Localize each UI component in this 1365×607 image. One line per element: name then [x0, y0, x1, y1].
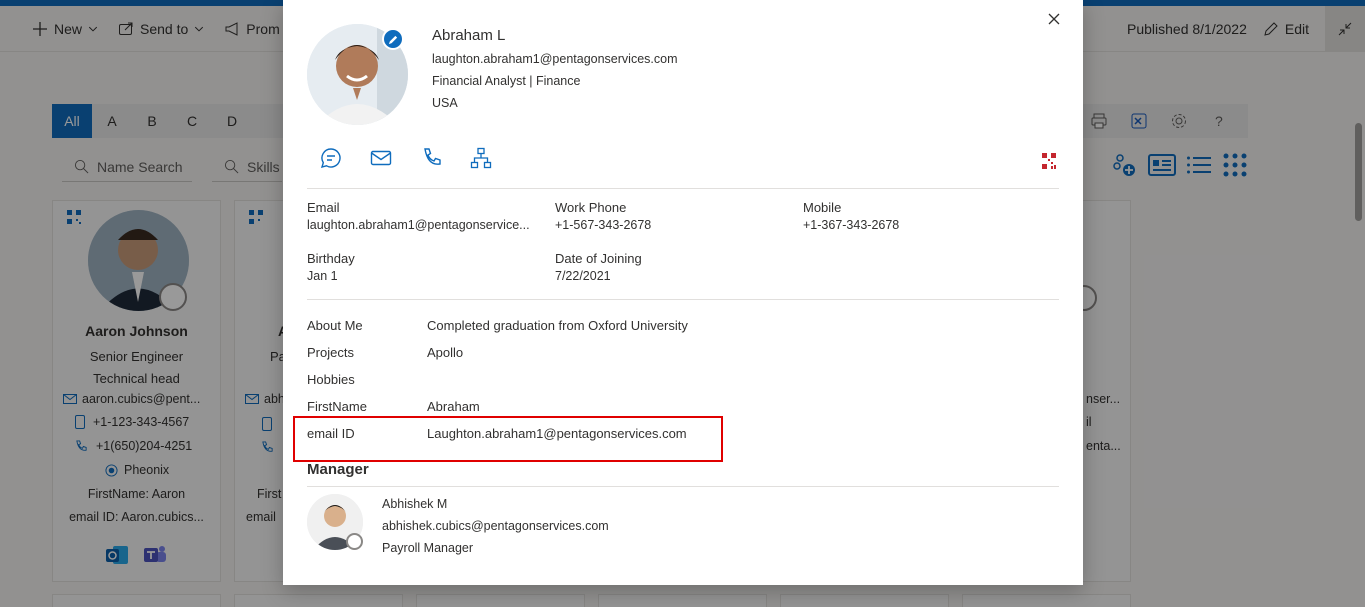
edit-photo-button[interactable] [382, 28, 404, 50]
profile-email: laughton.abraham1@pentagonservices.com [432, 52, 678, 66]
work-phone-label: Work Phone [555, 200, 627, 215]
section-divider [307, 188, 1059, 189]
close-icon[interactable] [1045, 10, 1063, 28]
birthday-label: Birthday [307, 251, 355, 266]
manager-title: Payroll Manager [382, 541, 474, 555]
birthday-value: Jan 1 [307, 269, 338, 283]
about-value: Completed graduation from Oxford Univers… [427, 318, 688, 333]
qr-code-icon[interactable] [1042, 153, 1056, 169]
highlight-box [293, 416, 723, 462]
presence-indicator [346, 533, 363, 550]
doj-label: Date of Joining [555, 251, 642, 266]
call-button[interactable] [420, 147, 442, 169]
email-value[interactable]: laughton.abraham1@pentagonservice... [307, 218, 530, 232]
about-label: About Me [307, 318, 363, 333]
doj-value: 7/22/2021 [555, 269, 611, 283]
firstname-value: Abraham [427, 399, 480, 414]
hobbies-label: Hobbies [307, 372, 355, 387]
email-label: Email [307, 200, 340, 215]
profile-panel: Abraham L laughton.abraham1@pentagonserv… [283, 0, 1083, 585]
manager-name[interactable]: Abhishek M [382, 497, 447, 511]
profile-name: Abraham L [432, 27, 506, 44]
pencil-icon [388, 35, 397, 44]
profile-country: USA [432, 96, 458, 110]
chat-icon [320, 148, 341, 169]
projects-value: Apollo [427, 345, 464, 360]
section-divider [307, 486, 1059, 487]
phone-icon [424, 148, 441, 165]
projects-label: Projects [307, 345, 354, 360]
profile-job: Financial Analyst | Finance [432, 74, 581, 88]
email-button[interactable] [370, 147, 392, 169]
manager-heading: Manager [307, 461, 369, 478]
contact-actions [320, 147, 492, 169]
mobile-label: Mobile [803, 200, 842, 215]
mail-icon [370, 150, 392, 166]
org-chart-button[interactable] [470, 147, 492, 169]
chat-button[interactable] [320, 147, 342, 169]
work-phone-value[interactable]: +1-567-343-2678 [555, 218, 651, 232]
firstname-label: FirstName [307, 399, 367, 414]
section-divider [307, 299, 1059, 300]
manager-email[interactable]: abhishek.cubics@pentagonservices.com [382, 519, 609, 533]
org-chart-icon [470, 147, 492, 169]
mobile-value[interactable]: +1-367-343-2678 [803, 218, 899, 232]
